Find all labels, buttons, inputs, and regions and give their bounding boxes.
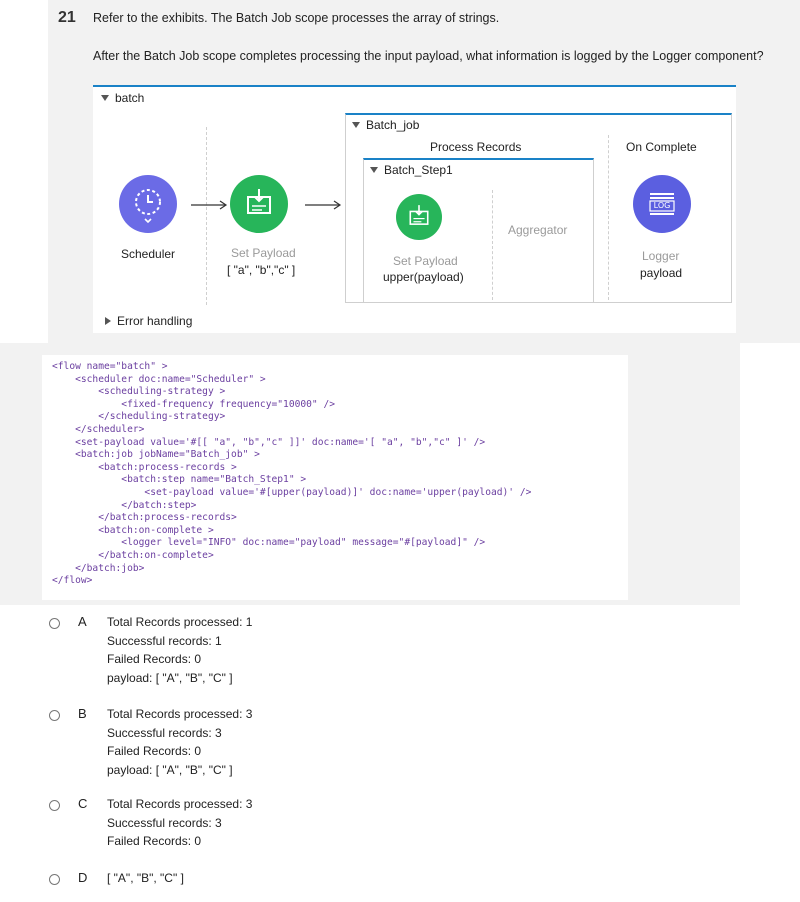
code-exhibit: <flow name="batch" > <scheduler doc:name… — [42, 355, 628, 600]
option-line: payload: [ "A", "B", "C" ] — [107, 762, 233, 777]
batch-step-header: Batch_Step1 — [370, 163, 453, 177]
question-prompt: After the Batch Job scope completes proc… — [93, 49, 764, 63]
radio-button-d[interactable] — [49, 874, 60, 885]
code-line: </batch:step> — [52, 499, 197, 511]
batch-job-scope[interactable]: Batch_job Process Records On Complete Ba… — [345, 113, 732, 303]
step-set-payload-component[interactable] — [396, 194, 442, 240]
code-line: </batch:process-records> — [52, 512, 237, 524]
option-letter: B — [78, 706, 87, 721]
set-payload-component[interactable] — [230, 175, 288, 233]
logger-icon-text: LOG — [653, 201, 671, 210]
option-line: Total Records processed: 3 — [107, 707, 253, 721]
code-line: <batch:on-complete > — [52, 524, 214, 536]
set-payload-icon — [247, 189, 271, 214]
option-letter: C — [78, 796, 88, 811]
code-line: </batch:on-complete> — [52, 549, 214, 561]
flow-name: batch — [115, 91, 145, 105]
option-line: Failed Records: 0 — [107, 834, 202, 848]
batch-step[interactable]: Batch_Step1 Set Payload upper(payload) A… — [363, 158, 594, 303]
code-line: </scheduling-strategy> — [52, 411, 226, 423]
xml-code: <flow name="batch" > <scheduler doc:name… — [42, 355, 628, 588]
set-payload-icon — [409, 205, 429, 225]
radio-button-b[interactable] — [49, 710, 60, 721]
arrow-icon — [305, 200, 342, 210]
set-payload-label: Set Payload — [231, 246, 296, 260]
flow-diagram: batch Scheduler Set Payload [ "a", "b","… — [93, 85, 736, 333]
option-line: Successful records: 3 — [107, 815, 222, 830]
collapse-triangle-icon — [101, 95, 109, 101]
option-line: Failed Records: 0 — [107, 744, 202, 758]
step-set-payload-label: Set Payload — [393, 254, 458, 268]
option-letter: A — [78, 614, 87, 629]
option-text: Total Records processed: 3 Successful re… — [107, 705, 252, 779]
radio-button-c[interactable] — [49, 800, 60, 811]
code-line: <set-payload value='#[upper(payload)]' d… — [52, 486, 532, 498]
code-line: <fixed-frequency frequency="10000" /> — [52, 398, 336, 410]
arrow-icon — [191, 200, 228, 210]
option-text: Total Records processed: 1 Successful re… — [107, 613, 252, 687]
option-line: Successful records: 1 — [107, 633, 222, 648]
code-line: <batch:step name="Batch_Step1" > — [52, 474, 307, 486]
option-line: [ "A", "B", "C" ] — [107, 871, 184, 885]
logger-label: Logger — [642, 249, 680, 263]
set-payload-value: [ "a", "b","c" ] — [227, 263, 296, 277]
option-line: Successful records: 3 — [107, 725, 222, 740]
collapse-triangle-icon — [370, 167, 378, 173]
process-records-label: Process Records — [430, 140, 522, 154]
aggregator-label: Aggregator — [508, 223, 568, 237]
batch-job-label: Batch_job — [366, 118, 420, 132]
option-text: Total Records processed: 3 Successful re… — [107, 795, 252, 851]
scheduler-component[interactable] — [119, 175, 177, 233]
code-line: <scheduler doc:name="Scheduler" > — [52, 373, 266, 385]
code-line: <set-payload value='#[[ "a", "b","c" ]]'… — [52, 436, 486, 448]
expand-triangle-icon — [105, 317, 111, 325]
question-number: 21 — [58, 9, 76, 26]
clock-icon — [135, 189, 161, 224]
error-handling-toggle[interactable]: Error handling — [105, 314, 192, 328]
code-line: <batch:job jobName="Batch_job" > — [52, 449, 260, 461]
code-line: <scheduling-strategy > — [52, 386, 226, 398]
batch-job-header: Batch_job — [352, 118, 419, 132]
code-line: <logger level="INFO" doc:name="payload" … — [52, 537, 486, 549]
on-complete-label: On Complete — [626, 140, 697, 154]
option-line: Total Records processed: 3 — [107, 797, 253, 811]
batch-step-label: Batch_Step1 — [384, 163, 453, 177]
option-line: Failed Records: 0 — [107, 652, 202, 666]
divider — [206, 127, 207, 305]
collapse-triangle-icon — [352, 122, 360, 128]
logger-value: payload — [640, 266, 683, 280]
divider — [608, 135, 609, 300]
logger-component[interactable]: LOG — [633, 175, 691, 233]
scheduler-label: Scheduler — [121, 247, 176, 261]
code-line: </batch:job> — [52, 562, 145, 574]
option-line: Total Records processed: 1 — [107, 615, 253, 629]
code-line: </flow> — [52, 575, 93, 587]
question-text: Refer to the exhibits. The Batch Job sco… — [93, 11, 500, 25]
option-text: [ "A", "B", "C" ] — [107, 869, 184, 888]
flow-header[interactable]: batch — [101, 91, 144, 105]
radio-button-a[interactable] — [49, 618, 60, 629]
code-line: <batch:process-records > — [52, 461, 237, 473]
code-line: <flow name="batch" > — [52, 361, 168, 372]
divider — [492, 190, 493, 300]
step-set-payload-value: upper(payload) — [383, 270, 464, 284]
option-letter: D — [78, 870, 88, 885]
error-handling-label: Error handling — [117, 314, 193, 328]
code-panel: <flow name="batch" > <scheduler doc:name… — [0, 343, 740, 605]
option-line: payload: [ "A", "B", "C" ] — [107, 670, 233, 685]
code-line: </scheduler> — [52, 423, 145, 435]
